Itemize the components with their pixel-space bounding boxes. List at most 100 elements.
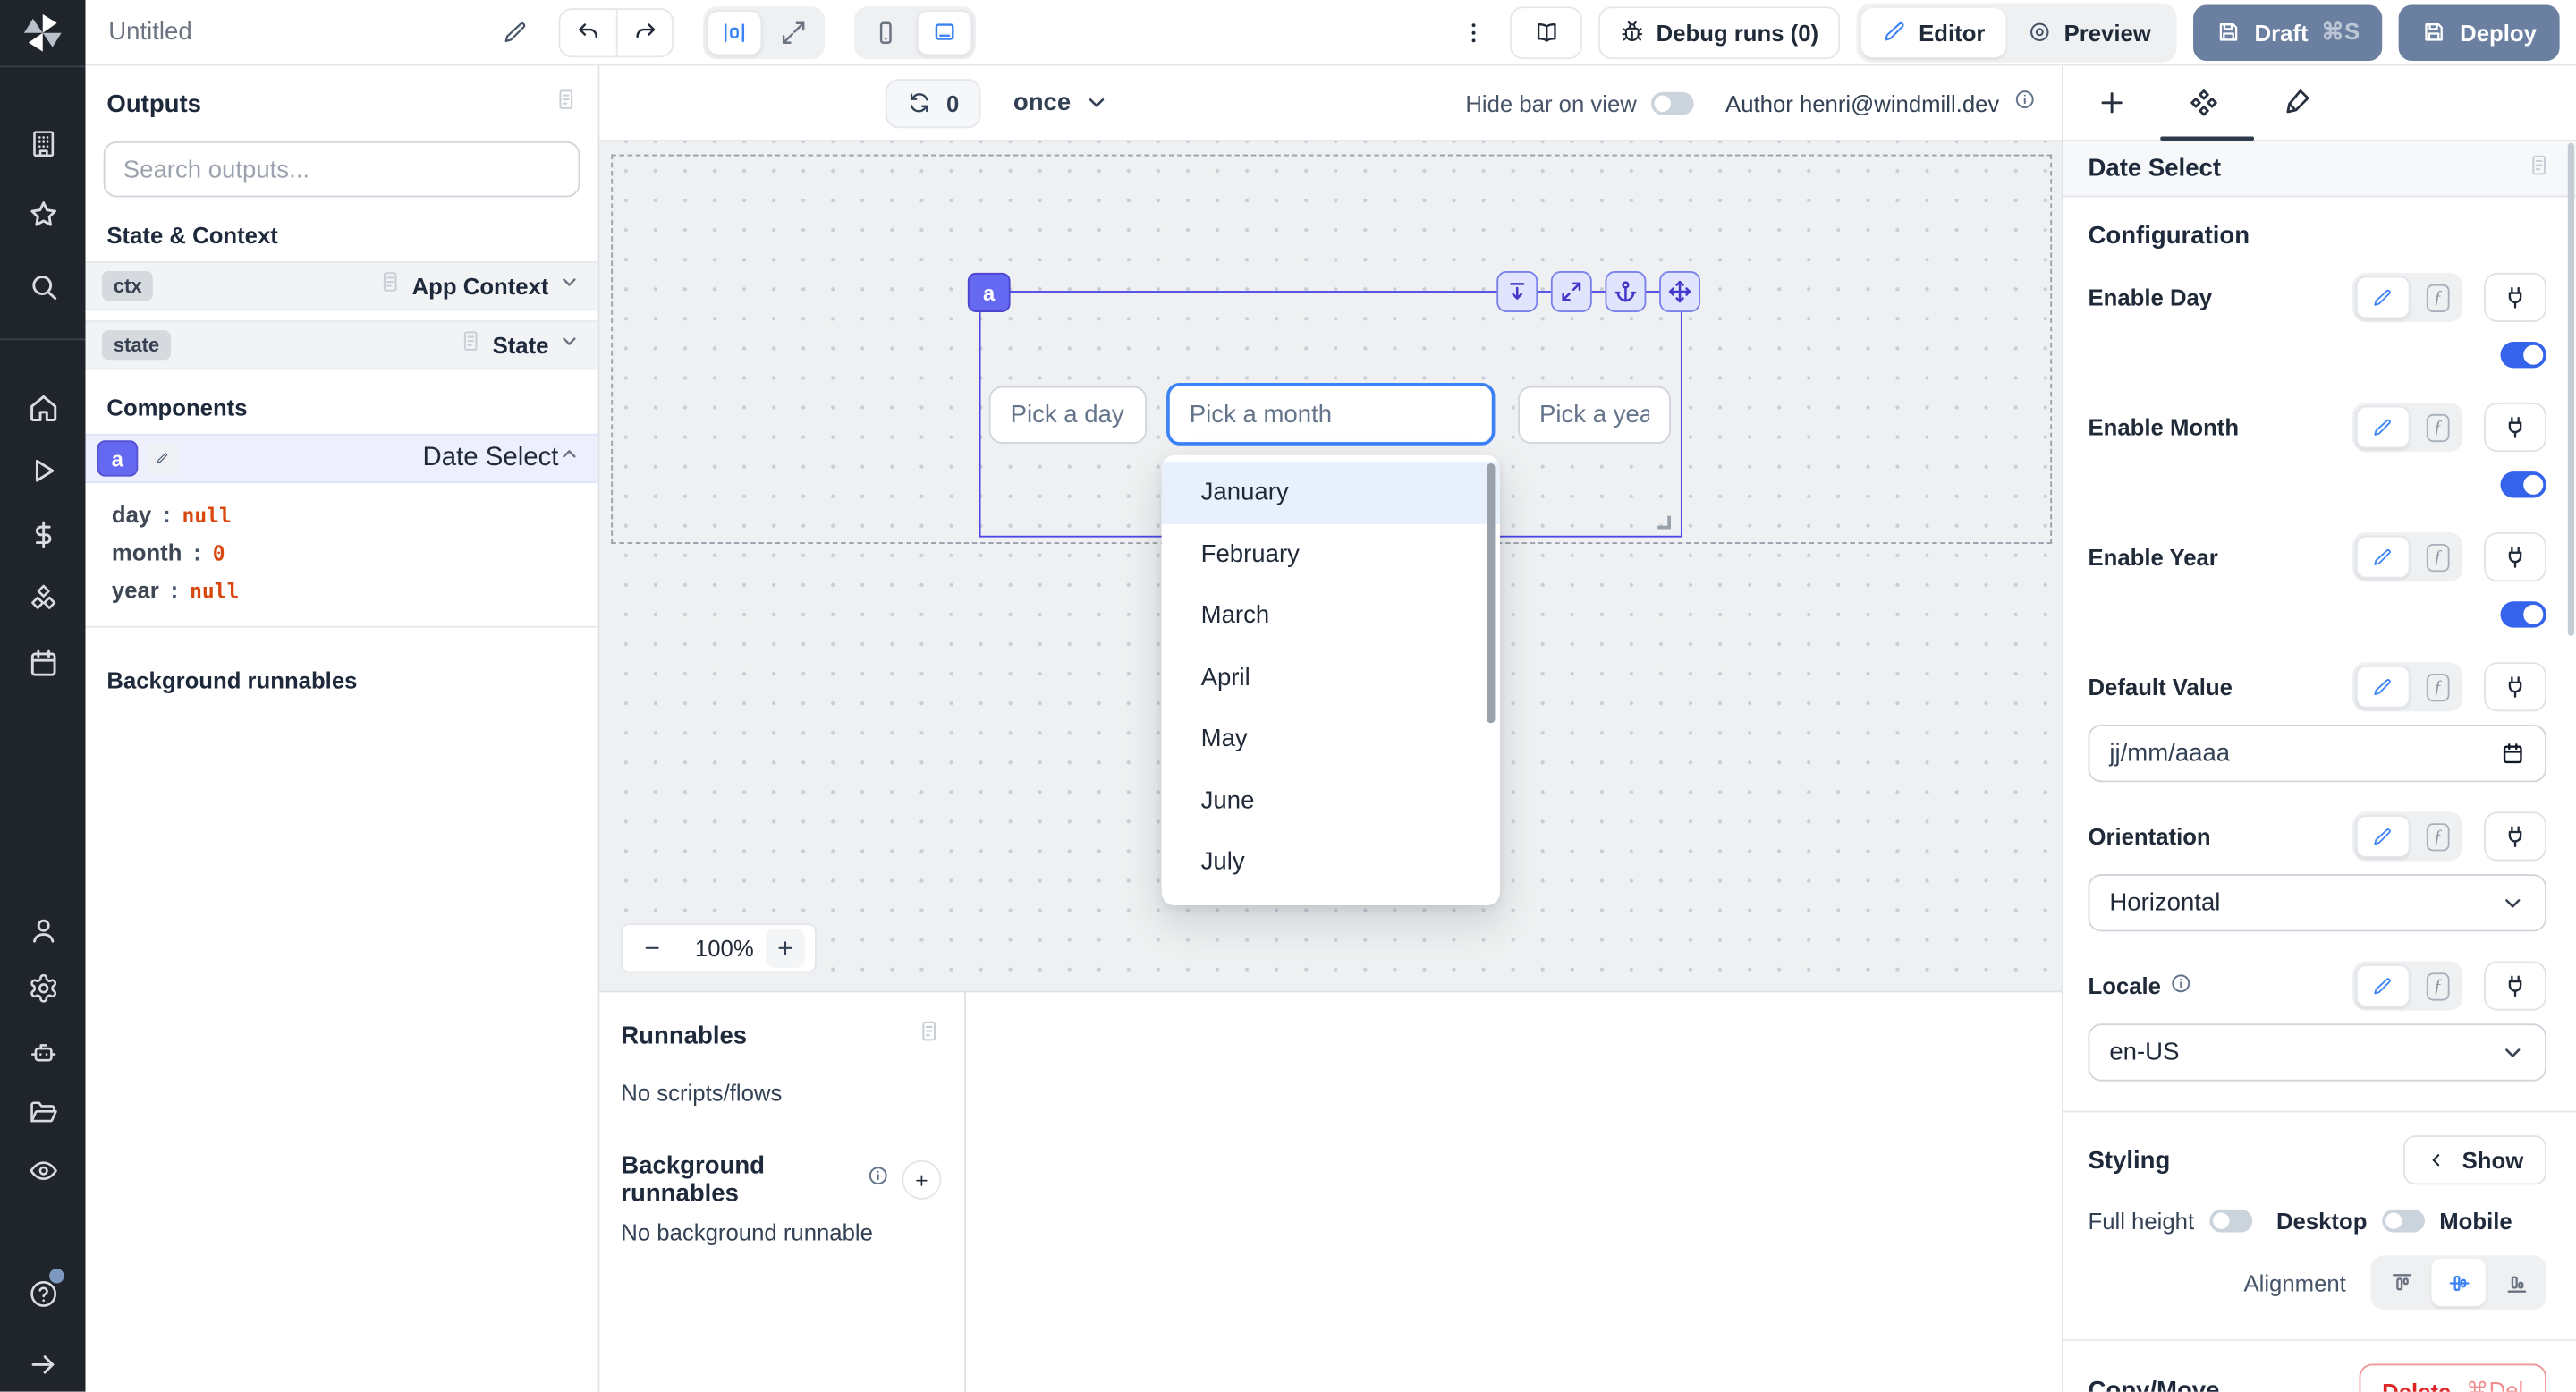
dropdown-option[interactable]: March (1162, 585, 1500, 647)
dropdown-option[interactable]: April (1162, 647, 1500, 709)
calendar-icon[interactable] (0, 636, 86, 689)
month-picker-input[interactable] (1166, 383, 1495, 446)
locale-select[interactable]: en-US (2088, 1023, 2546, 1081)
dropdown-option[interactable]: May (1162, 709, 1500, 770)
folder-icon[interactable] (0, 1086, 86, 1139)
static-mode-pencil-icon[interactable] (2356, 536, 2411, 579)
connect-plug-icon[interactable] (2484, 403, 2546, 452)
doc-icon[interactable] (554, 87, 579, 120)
preview-tab[interactable]: Preview (2006, 7, 2172, 56)
year-picker-input[interactable] (1518, 386, 1671, 444)
component-row-a[interactable]: a Date Select (86, 434, 598, 483)
rename-component-pencil-icon[interactable] (146, 442, 179, 475)
function-mode-icon[interactable]: ƒ (2417, 406, 2460, 449)
doc-icon[interactable] (917, 1019, 942, 1052)
zoom-in-button[interactable] (766, 929, 805, 968)
move-icon[interactable] (1659, 271, 1700, 312)
styling-tab[interactable] (2280, 87, 2311, 118)
editor-tab[interactable]: Editor (1861, 7, 2006, 56)
edit-title-pencil-icon[interactable] (503, 19, 529, 45)
json-prop-year[interactable]: year:null (112, 572, 598, 609)
gear-icon[interactable] (0, 961, 86, 1014)
enable-day-toggle[interactable] (2501, 342, 2546, 368)
orientation-select[interactable]: Horizontal (2088, 874, 2546, 931)
function-mode-icon[interactable]: ƒ (2417, 964, 2460, 1007)
user-icon[interactable] (0, 904, 86, 956)
show-styling-button[interactable]: Show (2403, 1135, 2546, 1184)
align-bottom-button[interactable] (2489, 1259, 2544, 1306)
output-row-state[interactable]: state State (86, 320, 598, 369)
play-icon[interactable] (0, 444, 86, 497)
json-prop-month[interactable]: month:0 (112, 534, 598, 572)
full-height-toggle[interactable] (2209, 1210, 2252, 1233)
dropdown-option[interactable]: June (1162, 770, 1500, 832)
connect-plug-icon[interactable] (2484, 273, 2546, 322)
building-icon[interactable] (0, 116, 86, 169)
delete-component-button[interactable]: Delete ⌘Del (2359, 1363, 2546, 1391)
maximize-icon[interactable] (1551, 271, 1592, 312)
enable-month-toggle[interactable] (2501, 471, 2546, 497)
search-outputs-input[interactable] (104, 141, 580, 197)
static-mode-pencil-icon[interactable] (2356, 406, 2411, 449)
dropdown-scrollbar[interactable] (1487, 463, 1495, 723)
redo-button[interactable] (616, 9, 672, 55)
dollar-icon[interactable] (0, 508, 86, 561)
anchor-icon[interactable] (1605, 271, 1646, 312)
insert-component-tab[interactable] (2097, 87, 2128, 118)
static-mode-pencil-icon[interactable] (2356, 666, 2411, 709)
desktop-toggle[interactable] (2382, 1210, 2425, 1233)
debug-runs-button[interactable]: Debug runs (0) (1598, 5, 1840, 58)
run-mode-dropdown[interactable]: once (1004, 87, 1117, 118)
expand-arrow-icon[interactable] (0, 1337, 86, 1390)
mobile-view-button[interactable] (858, 9, 913, 55)
centered-layout-button[interactable] (707, 9, 762, 55)
static-mode-pencil-icon[interactable] (2356, 964, 2411, 1007)
zoom-out-button[interactable] (632, 929, 672, 968)
static-mode-pencil-icon[interactable] (2356, 815, 2411, 858)
static-mode-pencil-icon[interactable] (2356, 276, 2411, 319)
function-mode-icon[interactable]: ƒ (2417, 815, 2460, 858)
align-top-button[interactable] (2374, 1259, 2428, 1306)
function-mode-icon[interactable]: ƒ (2417, 276, 2460, 319)
kebab-menu-icon[interactable] (1461, 19, 1487, 45)
panel-scrollbar[interactable] (2568, 143, 2574, 636)
draft-button[interactable]: Draft ⌘S (2194, 4, 2383, 60)
add-background-runnable-button[interactable] (902, 1160, 941, 1200)
refresh-count-button[interactable]: 0 (886, 78, 980, 127)
app-canvas[interactable]: a (599, 141, 2062, 991)
default-value-date-input[interactable]: jj/mm/aaaa (2088, 725, 2546, 782)
home-icon[interactable] (0, 381, 86, 434)
info-icon[interactable] (2171, 972, 2192, 998)
resize-handle[interactable] (1657, 516, 1671, 530)
search-icon[interactable] (0, 259, 86, 312)
info-icon[interactable] (868, 1165, 889, 1194)
fullscreen-layout-button[interactable] (766, 9, 821, 55)
function-mode-icon[interactable]: ƒ (2417, 536, 2460, 579)
doc-icon[interactable] (2527, 152, 2552, 185)
component-settings-tab[interactable] (2189, 87, 2220, 118)
robot-icon[interactable] (0, 1025, 86, 1078)
dropdown-option[interactable]: February (1162, 523, 1500, 585)
cubes-icon[interactable] (0, 572, 86, 624)
output-row-ctx[interactable]: ctx App Context (86, 261, 598, 310)
function-mode-icon[interactable]: ƒ (2417, 666, 2460, 709)
day-picker-input[interactable] (989, 386, 1147, 444)
docs-book-button[interactable] (1510, 5, 1582, 58)
info-icon[interactable] (2014, 88, 2036, 117)
windmill-logo[interactable] (0, 0, 86, 65)
desktop-view-button[interactable] (917, 9, 972, 55)
star-icon[interactable] (0, 187, 86, 240)
connect-plug-icon[interactable] (2484, 811, 2546, 861)
undo-button[interactable] (560, 9, 615, 55)
connect-plug-icon[interactable] (2484, 532, 2546, 581)
expand-down-icon[interactable] (1496, 271, 1538, 312)
dropdown-option[interactable]: January (1162, 462, 1500, 523)
align-center-button[interactable] (2431, 1259, 2486, 1306)
deploy-button[interactable]: Deploy (2399, 4, 2559, 60)
hide-bar-toggle[interactable] (1651, 91, 1694, 115)
eye-icon[interactable] (0, 1143, 86, 1196)
dropdown-option[interactable]: August (1162, 893, 1500, 905)
connect-plug-icon[interactable] (2484, 662, 2546, 711)
enable-year-toggle[interactable] (2501, 601, 2546, 627)
help-icon[interactable] (0, 1267, 86, 1320)
